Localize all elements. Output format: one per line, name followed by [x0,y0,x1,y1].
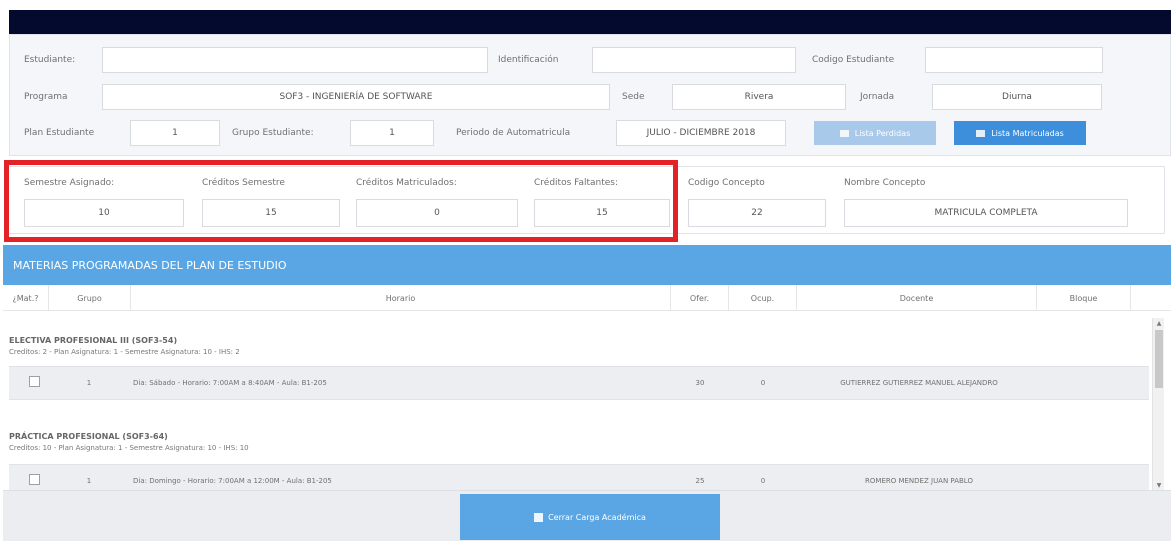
periodo-label: Periodo de Automatricula [456,128,571,138]
lista-matriculadas-button[interactable]: Lista Matriculadas [954,121,1086,145]
bloque-cell [1037,465,1131,490]
table-scrollbar[interactable]: ▲ ▼ [1152,318,1164,490]
materia-title: ELECTIVA PROFESIONAL III (SOF3-54) [9,336,178,345]
grupo-estudiante-label: Grupo Estudiante: [232,128,314,138]
materias-section-header: MATERIAS PROGRAMADAS DEL PLAN DE ESTUDIO [3,245,1171,285]
list-icon [839,129,849,137]
column-header-ofer[interactable]: Ofer. [671,285,729,311]
column-header-ocup[interactable]: Ocup. [729,285,797,311]
select-checkbox[interactable] [29,474,40,485]
plan-estudiante-label: Plan Estudiante [24,128,95,138]
plan-estudiante-field[interactable]: 1 [130,120,220,146]
jornada-field[interactable]: Diurna [932,84,1102,110]
table-row: 1 Dia: Domingo - Horario: 7:00AM a 12:00… [9,464,1149,490]
column-header-docente[interactable]: Docente [797,285,1037,311]
grupo-cell: 1 [86,477,92,485]
footer-bar: Cerrar Carga Académica [3,490,1171,541]
materias-table-body: ELECTIVA PROFESIONAL III (SOF3-54) Credi… [3,318,1171,490]
column-header-horario[interactable]: Horario [131,285,671,311]
sede-field[interactable]: Rivera [672,84,846,110]
codigo-concepto-label: Codigo Concepto [688,178,765,188]
codigo-estudiante-label: Codigo Estudiante [812,55,895,65]
table-header: ¿Mat.? Grupo Horario Ofer. Ocup. Docente… [3,285,1171,311]
lista-perdidas-button[interactable]: Lista Perdidas [814,121,936,145]
bloque-cell [1037,367,1131,399]
materia-subtitle: Creditos: 10 - Plan Asignatura: 1 - Seme… [9,444,249,452]
docente-cell: ROMERO MENDEZ JUAN PABLO [865,476,973,485]
identificacion-label: Identificación [498,55,559,65]
scroll-up-icon[interactable]: ▲ [1153,318,1165,328]
column-header-bloque[interactable]: Bloque [1037,285,1131,311]
ocup-cell: 0 [760,379,766,387]
cerrar-carga-label: Cerrar Carga Académica [548,512,646,522]
lista-perdidas-label: Lista Perdidas [854,128,911,138]
programa-label: Programa [24,92,68,102]
programa-field[interactable]: SOF3 - INGENIERÍA DE SOFTWARE [102,84,610,110]
list-icon [976,129,986,137]
save-icon [534,512,544,522]
docente-cell: GUTIERREZ GUTIERREZ MANUEL ALEJANDRO [840,378,998,387]
cerrar-carga-button[interactable]: Cerrar Carga Académica [460,494,720,540]
nombre-concepto-field[interactable]: MATRICULA COMPLETA [844,199,1128,227]
materia-subtitle: Creditos: 2 - Plan Asignatura: 1 - Semes… [9,348,240,356]
horario-cell: Dia: Sábado - Horario: 7:00AM a 8:40AM -… [133,379,327,387]
scroll-down-icon[interactable]: ▼ [1153,480,1165,490]
scroll-thumb[interactable] [1155,330,1163,388]
table-row: 1 Dia: Sábado - Horario: 7:00AM a 8:40AM… [9,366,1149,400]
codigo-concepto-field[interactable]: 22 [688,199,826,227]
ofer-cell: 25 [695,477,705,485]
sede-label: Sede [622,92,645,102]
materia-title: PRÁCTICA PROFESIONAL (SOF3-64) [9,432,168,441]
nombre-concepto-label: Nombre Concepto [844,178,926,188]
lista-matriculadas-label: Lista Matriculadas [991,128,1064,138]
estudiante-label: Estudiante: [24,55,76,65]
column-header-grupo[interactable]: Grupo [49,285,131,311]
top-header-bar [9,10,1171,34]
codigo-estudiante-field[interactable] [925,47,1103,73]
grupo-cell: 1 [86,379,92,387]
ofer-cell: 30 [695,379,705,387]
ocup-cell: 0 [760,477,766,485]
select-checkbox[interactable] [29,376,40,387]
horario-cell: Dia: Domingo - Horario: 7:00AM a 12:00M … [133,477,332,485]
periodo-field[interactable]: JULIO - DICIEMBRE 2018 [616,120,786,146]
identificacion-field[interactable] [592,47,796,73]
student-info-panel: Estudiante: Identificación Codigo Estudi… [9,34,1171,156]
grupo-estudiante-field[interactable]: 1 [350,120,434,146]
estudiante-field[interactable] [102,47,488,73]
highlight-rectangle [4,160,678,242]
column-header-mat[interactable]: ¿Mat.? [3,285,49,311]
jornada-label: Jornada [860,92,895,102]
